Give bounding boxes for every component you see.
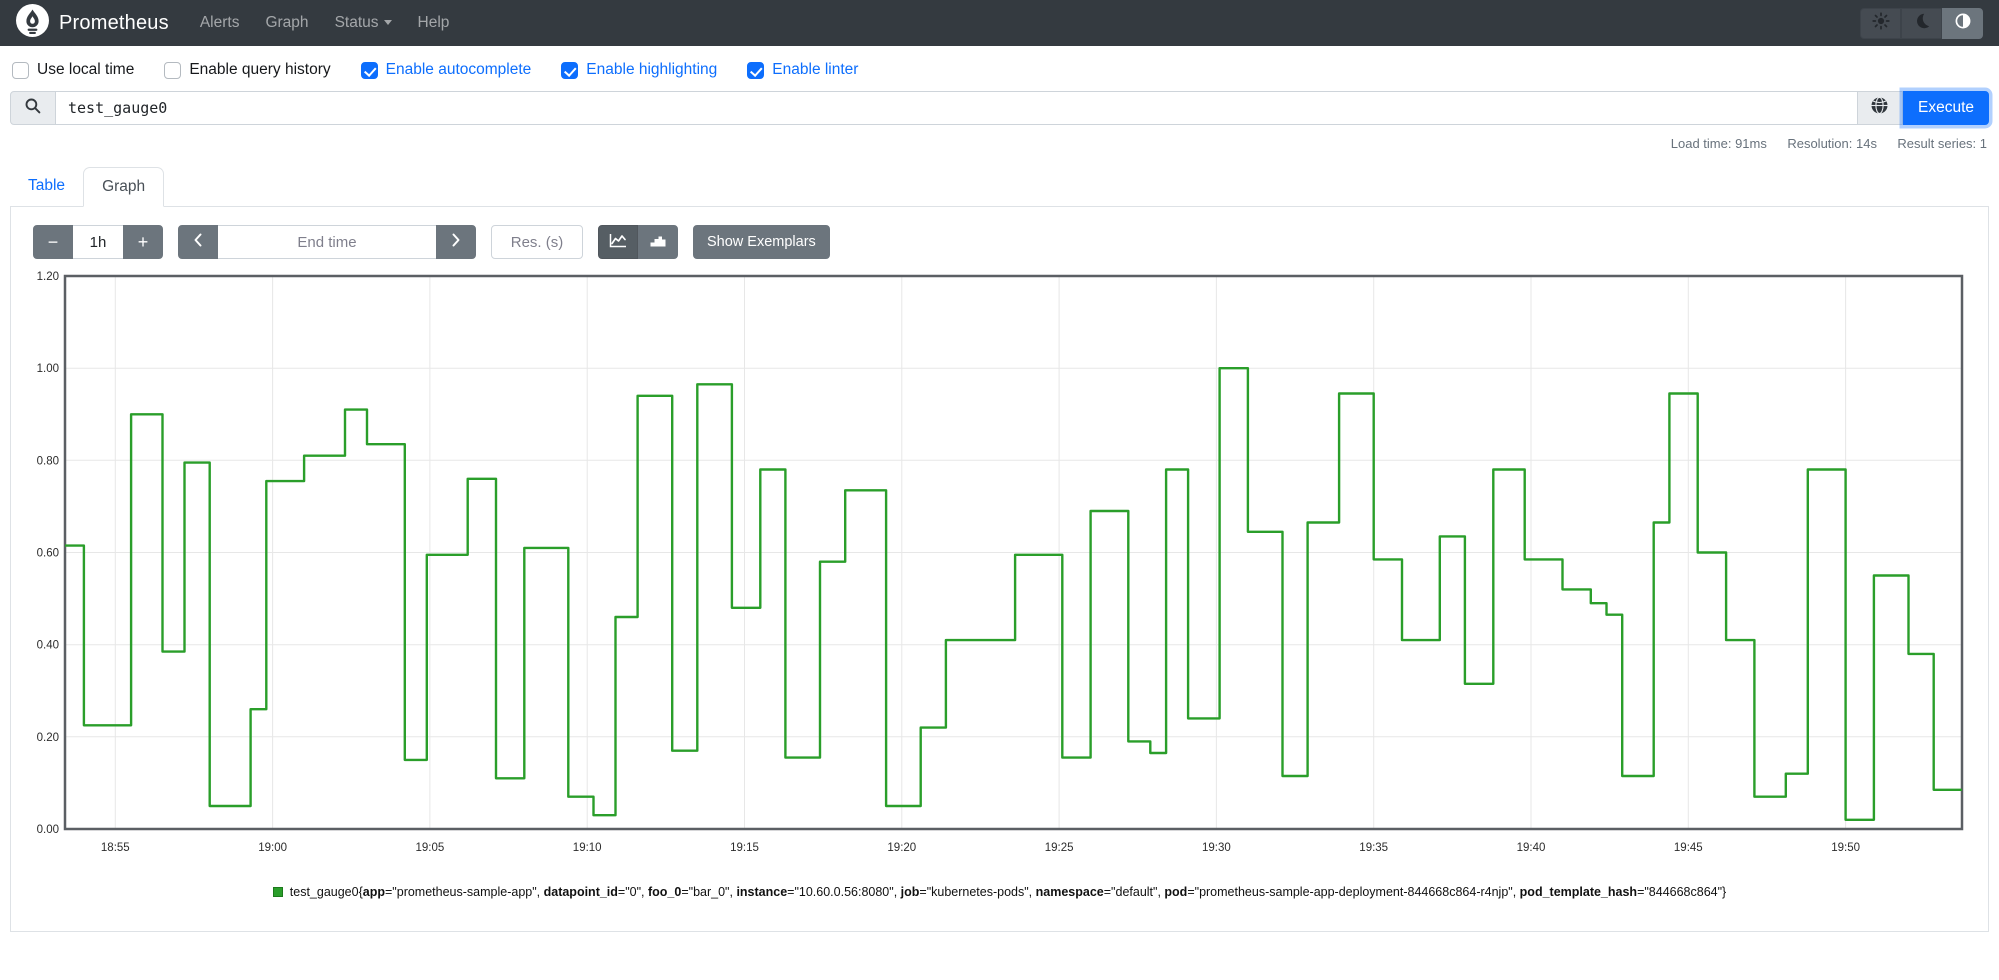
svg-text:0.60: 0.60 xyxy=(37,548,59,560)
checkbox-box[interactable] xyxy=(12,61,29,79)
stat-load-time: Load time: 91ms xyxy=(1670,136,1767,151)
legend-series-item[interactable]: test_gauge0{app="prometheus-sample-app",… xyxy=(272,884,1727,901)
checkbox-box[interactable] xyxy=(561,61,579,79)
series-color-swatch xyxy=(272,887,283,897)
prometheus-logo-icon xyxy=(16,4,49,42)
theme-light-button[interactable] xyxy=(1860,7,1901,39)
checkbox-enable-linter[interactable]: Enable linter xyxy=(747,61,858,79)
svg-text:0.00: 0.00 xyxy=(37,824,59,836)
end-time-input[interactable] xyxy=(218,225,436,259)
checkbox-box[interactable] xyxy=(360,61,378,79)
theme-dark-button[interactable] xyxy=(1901,7,1942,39)
stacked-chart-icon xyxy=(649,232,667,253)
checkbox-label: Enable autocomplete xyxy=(385,61,532,78)
nav-item-help[interactable]: Help xyxy=(405,14,463,32)
circle-half-icon xyxy=(1954,12,1972,35)
svg-text:0.80: 0.80 xyxy=(37,455,59,467)
theme-auto-button[interactable] xyxy=(1942,7,1983,39)
svg-text:19:30: 19:30 xyxy=(1202,842,1231,854)
checkbox-box[interactable] xyxy=(164,61,182,79)
tab-graph[interactable]: Graph xyxy=(83,167,165,207)
checkbox-label: Enable highlighting xyxy=(586,61,718,78)
chevron-left-icon xyxy=(193,232,203,253)
globe-icon xyxy=(1870,96,1889,120)
expression-input[interactable] xyxy=(56,91,1858,125)
display-mode-group xyxy=(598,225,678,259)
tab-table[interactable]: Table xyxy=(10,167,83,206)
moon-icon xyxy=(1913,12,1931,35)
end-time-group xyxy=(178,225,476,259)
svg-text:19:50: 19:50 xyxy=(1831,842,1860,854)
svg-text:19:10: 19:10 xyxy=(573,842,602,854)
svg-text:19:35: 19:35 xyxy=(1359,842,1388,854)
top-navbar: Prometheus Alerts Graph Status Help xyxy=(0,0,1999,46)
show-exemplars-button[interactable]: Show Exemplars xyxy=(693,225,830,259)
checkbox-enable-highlighting[interactable]: Enable highlighting xyxy=(561,61,717,79)
line-chart-icon xyxy=(609,232,627,253)
line-chart-mode-button[interactable] xyxy=(598,225,638,259)
checkbox-enable-query-history[interactable]: Enable query history xyxy=(164,61,331,79)
time-forward-button[interactable] xyxy=(436,225,476,259)
nav-item-graph[interactable]: Graph xyxy=(252,14,321,32)
chevron-right-icon xyxy=(451,232,461,253)
svg-text:19:25: 19:25 xyxy=(1045,842,1074,854)
nav-item-alerts[interactable]: Alerts xyxy=(187,14,253,32)
nav-links: Alerts Graph Status Help xyxy=(187,14,463,32)
range-group: − + xyxy=(33,225,163,259)
search-icon xyxy=(24,97,42,120)
checkbox-label: Enable linter xyxy=(772,61,859,78)
svg-text:0.20: 0.20 xyxy=(37,732,59,744)
graph-panel: − + xyxy=(10,207,1989,932)
time-back-button[interactable] xyxy=(178,225,218,259)
stacked-chart-mode-button[interactable] xyxy=(638,225,678,259)
svg-text:19:00: 19:00 xyxy=(258,842,287,854)
svg-text:0.40: 0.40 xyxy=(37,640,59,652)
chart-area[interactable]: 0.00 0.20 0.40 0.60 0.80 1.00 1.20 18:55 19:00 19… xyxy=(25,271,1974,868)
svg-text:19:40: 19:40 xyxy=(1517,842,1546,854)
brand-title: Prometheus xyxy=(59,11,169,34)
graph-controls: − + xyxy=(33,225,1974,259)
svg-text:1.20: 1.20 xyxy=(37,271,59,283)
range-decrease-button[interactable]: − xyxy=(33,225,73,259)
svg-text:19:45: 19:45 xyxy=(1674,842,1703,854)
execute-button[interactable]: Execute xyxy=(1902,91,1989,125)
resolution-input[interactable] xyxy=(491,225,583,259)
sun-icon xyxy=(1871,11,1890,35)
series-label-text: test_gauge0{app="prometheus-sample-app",… xyxy=(289,885,1727,899)
legend-row: test_gauge0{app="prometheus-sample-app",… xyxy=(25,884,1974,901)
checkbox-label: Use local time xyxy=(37,61,135,78)
nav-item-status[interactable]: Status xyxy=(322,14,405,32)
svg-text:19:05: 19:05 xyxy=(416,842,445,854)
prometheus-brand[interactable]: Prometheus xyxy=(16,4,169,42)
checkbox-label: Enable query history xyxy=(189,61,331,78)
svg-text:19:15: 19:15 xyxy=(730,842,759,854)
chevron-down-icon xyxy=(383,20,392,25)
theme-toggle-group xyxy=(1860,7,1983,39)
checkbox-box[interactable] xyxy=(747,61,765,79)
panel-tabs: Table Graph xyxy=(10,167,1989,207)
metrics-explorer-addon[interactable] xyxy=(1856,91,1903,125)
query-input-group: Execute xyxy=(10,91,1989,125)
query-stats-row: Load time: 91ms Resolution: 14s Result s… xyxy=(0,135,1987,153)
svg-text:18:55: 18:55 xyxy=(101,842,130,854)
stat-result-series: Result series: 1 xyxy=(1897,136,1987,151)
checkbox-enable-autocomplete[interactable]: Enable autocomplete xyxy=(360,61,532,79)
checkbox-use-local-time[interactable]: Use local time xyxy=(12,61,134,79)
search-addon xyxy=(10,91,56,125)
range-input[interactable] xyxy=(73,225,123,259)
svg-text:19:20: 19:20 xyxy=(887,842,916,854)
options-row: Use local time Enable query history Enab… xyxy=(0,46,1999,89)
step-line-chart[interactable]: 0.00 0.20 0.40 0.60 0.80 1.00 1.20 18:55 19:00 19… xyxy=(25,271,1970,863)
svg-text:1.00: 1.00 xyxy=(37,363,59,375)
range-increase-button[interactable]: + xyxy=(123,225,163,259)
stat-resolution: Resolution: 14s xyxy=(1787,136,1877,151)
